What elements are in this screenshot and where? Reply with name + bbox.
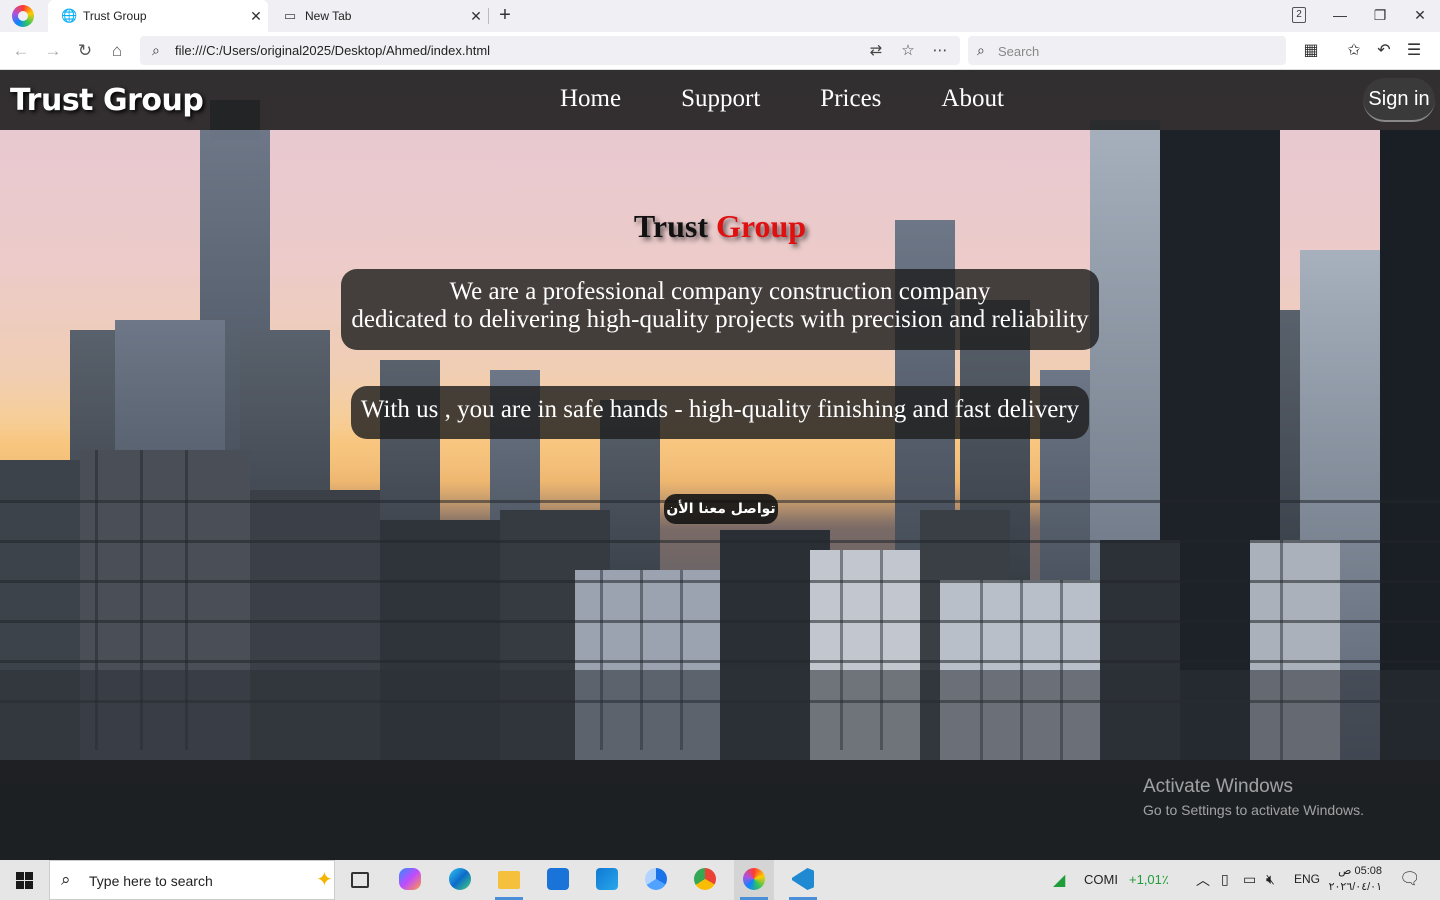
file-explorer-app[interactable] [489,860,529,900]
clock[interactable]: 05:08 ص ٢٠٢٦/٠٤/٠١ [1324,863,1382,895]
tab-label: New Tab [305,9,352,23]
edge-icon [449,868,471,890]
stock-change[interactable]: +1,01٪ [1129,872,1169,888]
windows-logo-pane [25,881,33,889]
show-hidden-icons-icon[interactable]: ︿ [1196,870,1210,890]
forward-icon[interactable]: → [40,38,66,64]
copilot-sparkle-icon[interactable]: ✦ [316,867,333,892]
vscode-app[interactable] [783,860,823,900]
nav-prices-link[interactable]: Prices [790,82,911,116]
minimize-icon[interactable]: — [1320,0,1360,32]
network-icon[interactable]: ▭ [1243,871,1256,888]
tab-close-icon[interactable]: ✕ [244,8,268,25]
vscode-icon [792,868,814,890]
more-options-icon[interactable]: ⋯ [930,41,950,59]
hero-line-1: We are a professional company constructi… [449,278,991,305]
newtab-page-icon: ▭ [283,8,297,23]
tab-count-badge[interactable]: 2 [1292,7,1306,23]
globe-icon: 🌐 [61,8,78,23]
hero-title-accent: Group [715,208,807,244]
windows-logo-pane [16,881,24,889]
bookmark-star-icon[interactable]: ☆ [898,41,918,59]
undo-icon[interactable]: ↶ [1371,38,1397,64]
activate-windows-watermark: Activate Windows Go to Settings to activ… [1143,776,1364,818]
hero-description-box: We are a professional company constructi… [341,269,1099,350]
extensions-grid-icon[interactable]: ▦ [1298,38,1324,64]
tab-trust-group[interactable]: 🌐 Trust Group ✕ [48,0,268,32]
taskbar-search[interactable]: ⌕ Type here to search ✦ [49,860,335,900]
search-icon: ⌕ [61,870,71,889]
restore-icon[interactable]: ❐ [1360,0,1400,32]
sign-in-button[interactable]: Sign in [1363,78,1435,122]
chrome-icon [694,868,716,890]
chrome-beta-app[interactable] [636,860,676,900]
menu-icon[interactable]: ☰ [1401,38,1427,64]
stock-name[interactable]: COMI [1084,872,1118,887]
url-text[interactable]: file:///C:/Users/original2025/Desktop/Ah… [175,43,490,58]
new-tab-button[interactable]: + [494,4,516,28]
site-logo[interactable]: Trust Group [10,83,204,118]
tab-new-tab[interactable]: ▭ New Tab ✕ [270,0,488,32]
browser-tab-bar: 🌐 Trust Group ✕ ▭ New Tab ✕ + 2 — ❐ ✕ [0,0,1440,32]
browser-toolbar: ← → ↻ ⌂ ⌕ file:///C:/Users/original2025/… [0,32,1440,70]
chrome-app[interactable] [685,860,725,900]
tab-label: Trust Group [83,9,147,23]
nav-about-link[interactable]: About [911,82,1034,116]
language-indicator[interactable]: ENG [1294,872,1320,886]
nav-support-link[interactable]: Support [651,82,790,116]
hero-tagline-box: With us , you are in safe hands - high-q… [351,386,1089,439]
tab-close-icon[interactable]: ✕ [464,8,488,25]
outlook-app[interactable] [587,860,627,900]
activate-windows-title: Activate Windows [1143,776,1293,797]
edge-app[interactable] [440,860,480,900]
battery-icon[interactable]: ▯ [1221,871,1229,888]
hero-line-2: dedicated to delivering high-quality pro… [351,306,1089,333]
reload-icon[interactable]: ↻ [72,38,98,64]
clock-date: ٢٠٢٦/٠٤/٠١ [1328,881,1382,893]
nav-home-link[interactable]: Home [530,82,651,116]
browser-app-icon [743,868,765,890]
notifications-icon[interactable]: 🗨︎ [1399,869,1421,889]
windows-taskbar: ⌕ Type here to search ✦ ◢ COMI +1,01٪ ︿ … [0,860,1440,900]
site-header: Trust Group Home Support Prices About Si… [0,70,1440,130]
activate-windows-subtitle: Go to Settings to activate Windows. [1143,802,1364,818]
clock-time: 05:08 ص [1338,865,1382,877]
windows-logo-pane [25,872,33,880]
hero-title: Trust Group [0,208,1440,245]
close-window-icon[interactable]: ✕ [1400,0,1440,32]
folder-icon [498,871,520,889]
task-view-button[interactable] [340,860,380,900]
city-skyline-background [0,100,1440,860]
start-button[interactable] [0,860,48,900]
taskbar-search-placeholder[interactable]: Type here to search [89,873,213,889]
windows-logo-icon [16,872,24,880]
search-input[interactable] [998,41,1268,61]
back-icon[interactable]: ← [8,38,34,64]
tab-divider [488,8,489,24]
address-bar[interactable]: ⌕ file:///C:/Users/original2025/Desktop/… [140,36,960,65]
translate-icon[interactable]: ⇄ [866,41,886,59]
home-icon[interactable]: ⌂ [104,38,130,64]
active-browser-app[interactable] [734,860,774,900]
copilot-icon [399,868,421,890]
volume-muted-icon[interactable]: 🔇︎ [1266,871,1275,888]
copilot-app[interactable] [390,860,430,900]
hero-title-main: Trust [633,208,708,244]
search-icon: ⌕ [977,42,985,58]
browser-logo-icon[interactable] [12,5,34,27]
stock-chart-icon[interactable]: ◢ [1053,870,1065,890]
chrome-beta-icon [645,868,667,890]
search-box[interactable]: ⌕ [968,36,1286,65]
outlook-icon [596,868,618,890]
store-icon [547,868,569,890]
site-nav: Home Support Prices About [530,82,1034,116]
store-app[interactable] [538,860,578,900]
search-icon: ⌕ [152,42,160,58]
favorites-icon[interactable]: ✩ [1341,38,1367,64]
task-view-icon [351,872,369,888]
page-viewport: Trust Group Home Support Prices About Si… [0,70,1440,860]
contact-us-button[interactable]: تواصل معنا الأن [664,494,778,524]
